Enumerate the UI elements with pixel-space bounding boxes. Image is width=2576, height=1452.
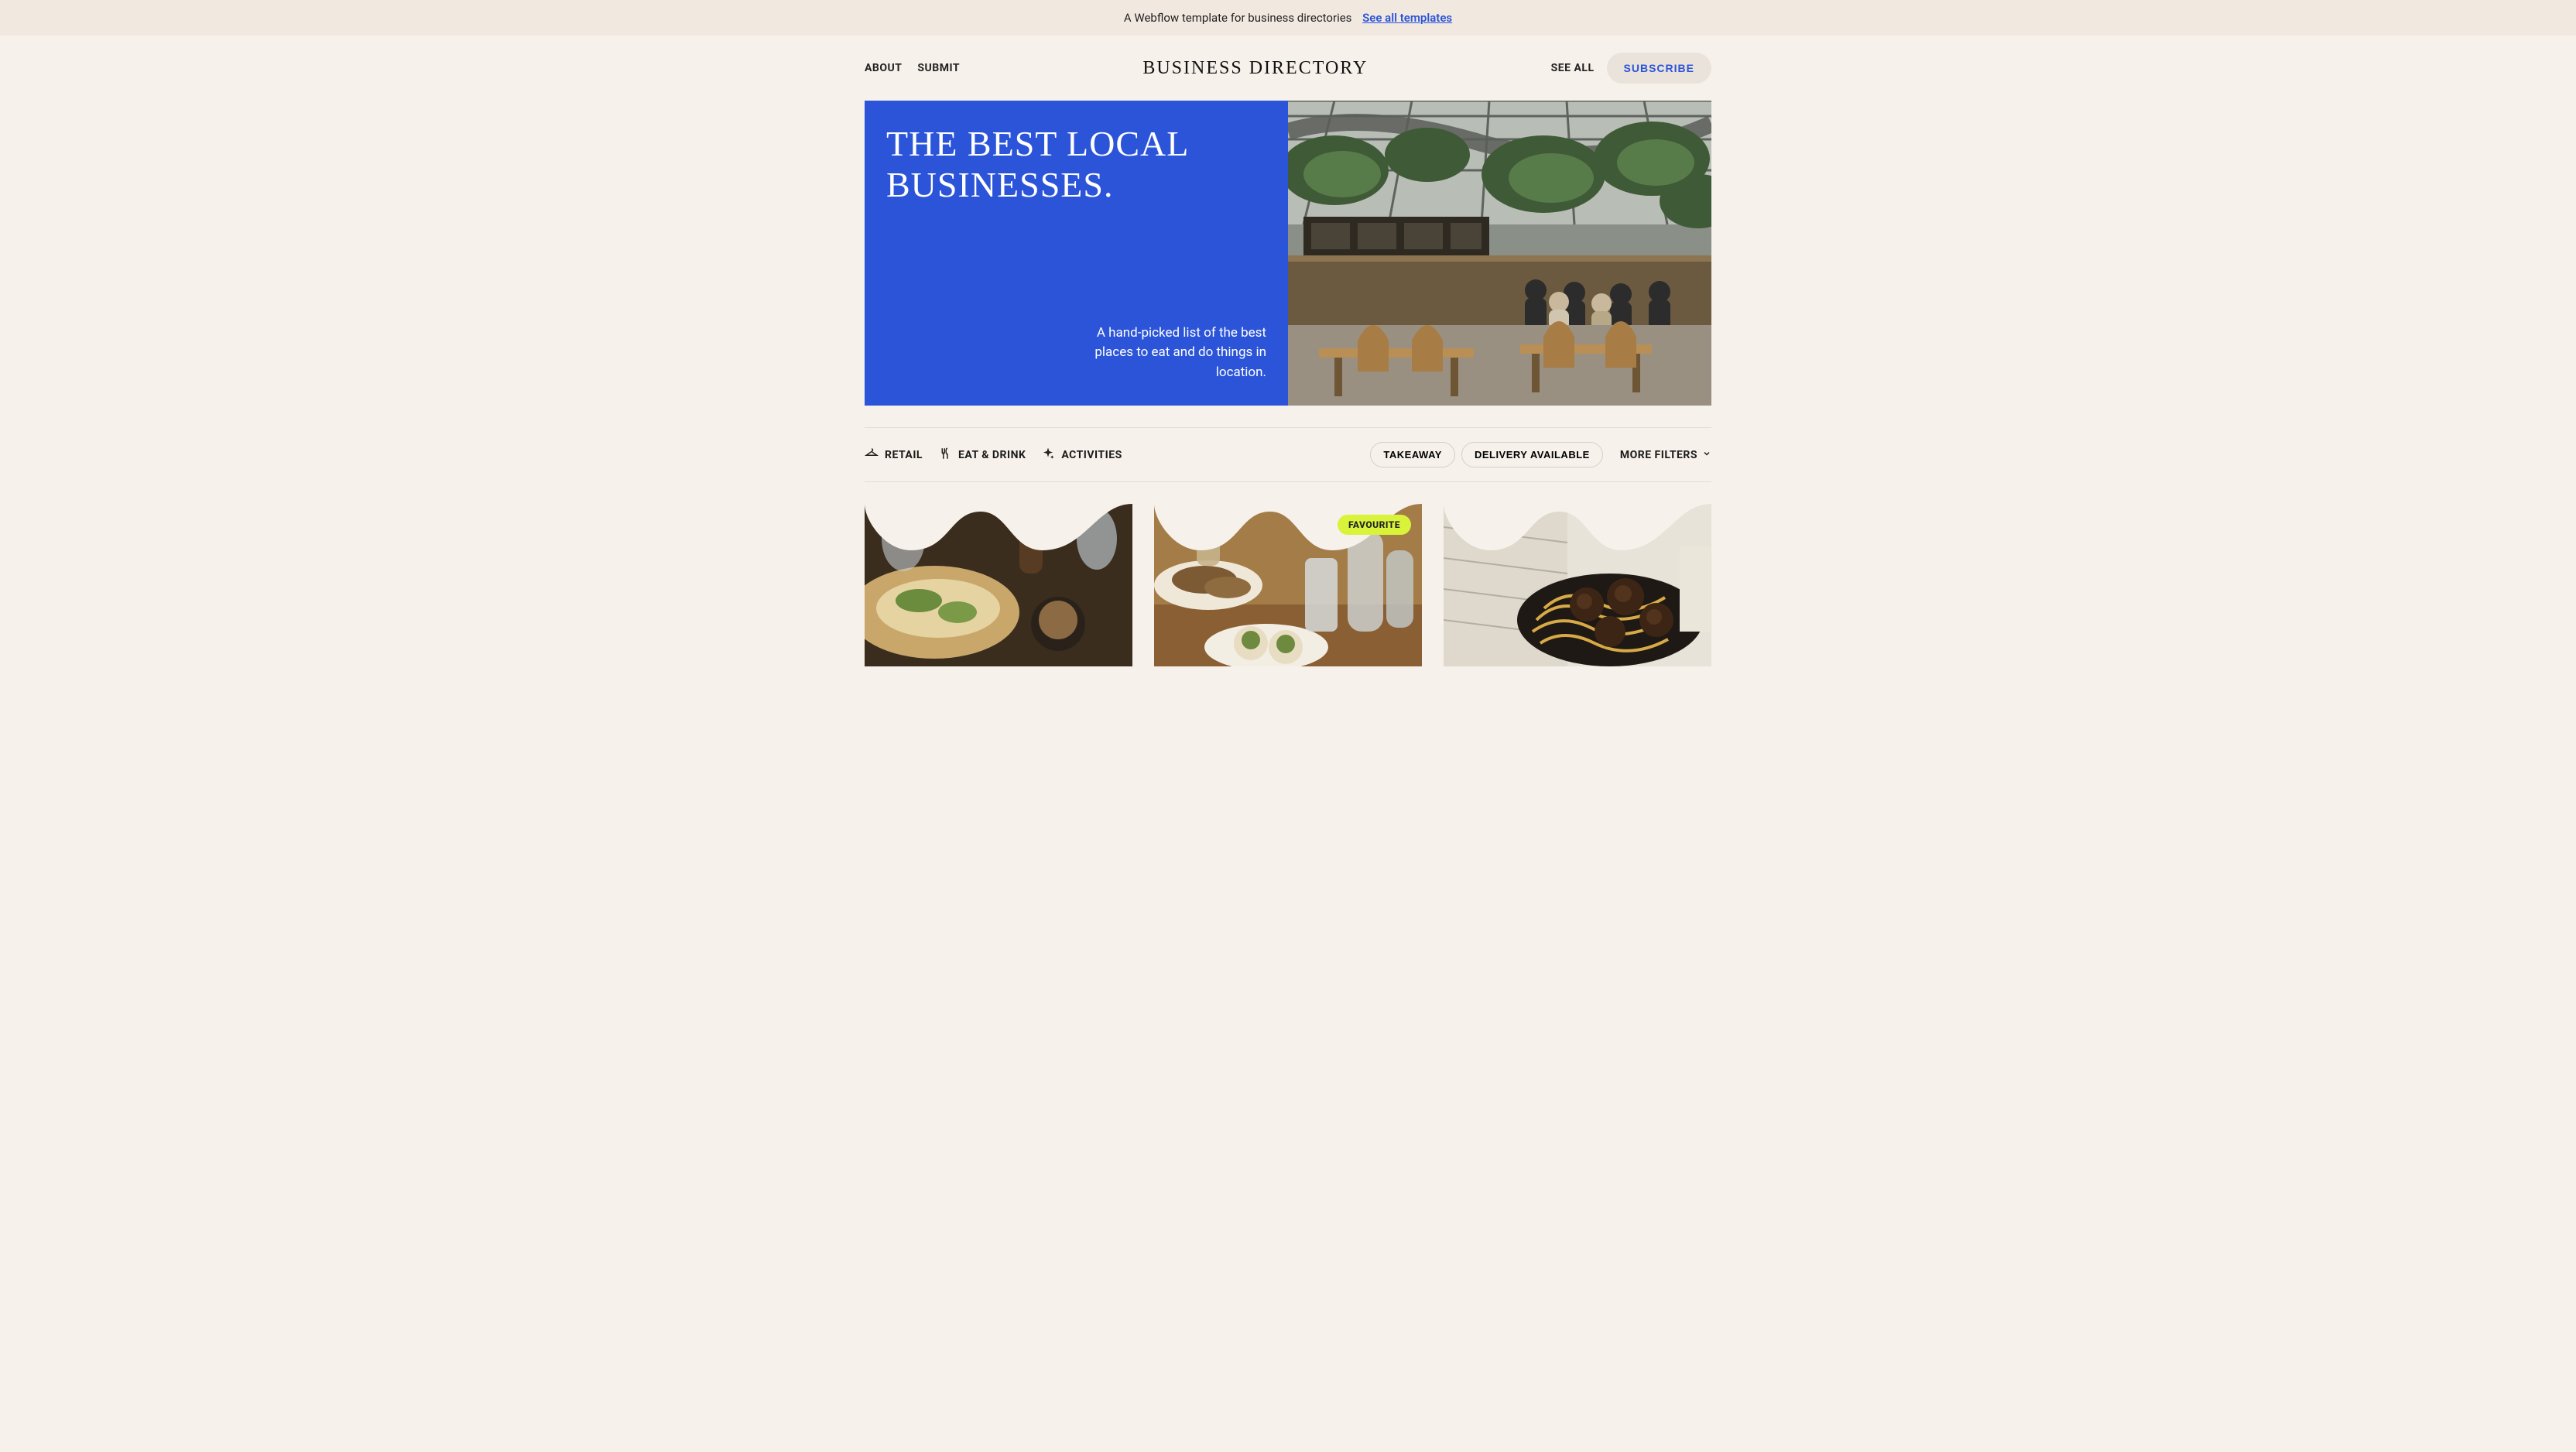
listing-card[interactable] bbox=[1444, 504, 1711, 666]
announcement-bar: A Webflow template for business director… bbox=[0, 0, 2576, 36]
hero-image bbox=[1288, 101, 1711, 406]
category-eat-drink[interactable]: EAT & DRINK bbox=[938, 447, 1026, 464]
see-all-templates-link[interactable]: See all templates bbox=[1362, 11, 1452, 25]
category-label: ACTIVITIES bbox=[1061, 449, 1122, 461]
listing-card[interactable] bbox=[865, 504, 1132, 666]
listing-image bbox=[1444, 504, 1711, 666]
site-logo[interactable]: BUSINESS DIRECTORY bbox=[1142, 58, 1368, 79]
hero: THE BEST LOCAL BUSINESSES. A hand-picked… bbox=[865, 101, 1711, 406]
filter-bar: RETAIL EAT & DRINK ACTIVITIES TAKEAWAY D… bbox=[865, 427, 1711, 482]
category-tabs: RETAIL EAT & DRINK ACTIVITIES bbox=[865, 447, 1122, 464]
favourite-badge: FAVOURITE bbox=[1338, 515, 1411, 535]
nav-about-link[interactable]: ABOUT bbox=[865, 62, 902, 74]
filter-takeaway[interactable]: TAKEAWAY bbox=[1370, 442, 1455, 467]
utensils-icon bbox=[938, 447, 952, 464]
category-retail[interactable]: RETAIL bbox=[865, 447, 923, 464]
subscribe-button[interactable]: SUBSCRIBE bbox=[1607, 53, 1711, 84]
nav-see-all-link[interactable]: SEE ALL bbox=[1551, 62, 1595, 74]
filter-pills: TAKEAWAY DELIVERY AVAILABLE MORE FILTERS bbox=[1370, 442, 1711, 467]
listing-image bbox=[865, 504, 1132, 666]
category-activities[interactable]: ACTIVITIES bbox=[1041, 447, 1122, 464]
hero-subtitle: A hand-picked list of the best places to… bbox=[1088, 324, 1266, 383]
hanger-icon bbox=[865, 447, 879, 464]
category-label: EAT & DRINK bbox=[958, 449, 1026, 461]
nav-submit-link[interactable]: SUBMIT bbox=[917, 62, 960, 74]
category-label: RETAIL bbox=[885, 449, 923, 461]
hero-text-panel: THE BEST LOCAL BUSINESSES. A hand-picked… bbox=[865, 101, 1288, 406]
more-filters-label: MORE FILTERS bbox=[1620, 449, 1697, 461]
site-header: ABOUT SUBMIT BUSINESS DIRECTORY SEE ALL … bbox=[865, 36, 1711, 101]
nav-right: SEE ALL SUBSCRIBE bbox=[1551, 53, 1711, 84]
more-filters-toggle[interactable]: MORE FILTERS bbox=[1620, 449, 1711, 461]
filter-delivery[interactable]: DELIVERY AVAILABLE bbox=[1461, 442, 1603, 467]
listing-grid: FAVOURITE bbox=[865, 504, 1711, 666]
nav-left: ABOUT SUBMIT bbox=[865, 62, 960, 74]
hero-title: THE BEST LOCAL BUSINESSES. bbox=[886, 124, 1266, 206]
announcement-text: A Webflow template for business director… bbox=[1124, 11, 1352, 25]
listing-card[interactable]: FAVOURITE bbox=[1154, 504, 1422, 666]
chevron-down-icon bbox=[1702, 449, 1711, 461]
sparkle-icon bbox=[1041, 447, 1055, 464]
